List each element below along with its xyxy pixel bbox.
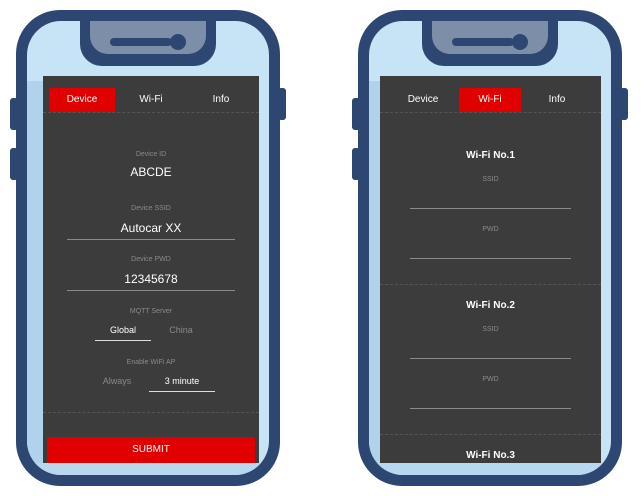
power-button <box>278 88 286 120</box>
power-button <box>620 88 628 120</box>
wifi-1-title: Wi-Fi No.1 <box>466 150 515 161</box>
speaker-icon <box>452 38 514 46</box>
wifi-2-pwd-placeholder: PWD <box>482 376 499 383</box>
tab-bar: Device Wi-Fi Info <box>43 76 259 113</box>
phone-right: Device Wi-Fi Info Wi-Fi No.1 SSID PWD Wi… <box>352 10 628 486</box>
volume-down-button <box>10 148 18 180</box>
tab-info[interactable]: Info <box>188 88 254 112</box>
wifi-1-ssid-placeholder: SSID <box>482 176 499 183</box>
wifi-settings-screen: Device Wi-Fi Info Wi-Fi No.1 SSID PWD Wi… <box>380 76 601 463</box>
volume-up-button <box>10 98 18 130</box>
device-ssid-label: Device SSID <box>131 205 171 212</box>
speaker-icon <box>110 38 172 46</box>
wifi-1-ssid-input[interactable] <box>410 208 571 209</box>
mqtt-option-global[interactable]: Global <box>95 325 151 335</box>
device-ssid-underline <box>67 239 235 240</box>
wifi-ap-label: Enable WiFi AP <box>126 359 176 366</box>
wifi-ap-option-always[interactable]: Always <box>89 376 145 386</box>
tab-device[interactable]: Device <box>390 88 456 112</box>
wifi-section-divider <box>380 434 601 435</box>
device-pwd-underline <box>67 290 235 291</box>
tab-wifi[interactable]: Wi-Fi <box>118 88 184 112</box>
device-settings-screen: Device Wi-Fi Info Device ID ABCDE Device… <box>43 76 259 463</box>
wifi-1-pwd-placeholder: PWD <box>482 226 499 233</box>
phone-notch <box>80 21 216 66</box>
wifi-ap-option-3-minute[interactable]: 3 minute <box>149 376 215 386</box>
volume-down-button <box>352 148 360 180</box>
tab-info[interactable]: Info <box>524 88 590 112</box>
phone-bezel: Device Wi-Fi Info Device ID ABCDE Device… <box>27 21 269 475</box>
wifi-2-ssid-placeholder: SSID <box>482 326 499 333</box>
wifi-2-pwd-input[interactable] <box>410 408 571 409</box>
wifi-section-divider <box>380 284 601 285</box>
device-pwd-label: Device PWD <box>131 256 171 263</box>
device-id-value: ABCDE <box>130 165 172 179</box>
device-ssid-field[interactable]: Autocar XX <box>43 221 259 235</box>
volume-up-button <box>352 98 360 130</box>
device-pwd-field[interactable]: 12345678 <box>43 272 259 286</box>
wifi-2-ssid-input[interactable] <box>410 358 571 359</box>
wifi-1-pwd-input[interactable] <box>410 258 571 259</box>
submit-button[interactable]: SUBMIT <box>47 437 255 463</box>
mqtt-option-china[interactable]: China <box>153 325 209 335</box>
wifi-2-title: Wi-Fi No.2 <box>466 300 515 311</box>
phone-notch <box>422 21 558 66</box>
form-divider <box>43 412 259 413</box>
mqtt-selected-indicator <box>95 340 151 341</box>
tab-bar: Device Wi-Fi Info <box>380 76 601 113</box>
phone-left: Device Wi-Fi Info Device ID ABCDE Device… <box>10 10 286 486</box>
wifi-3-title: Wi-Fi No.3 <box>466 450 515 461</box>
camera-icon <box>170 34 186 50</box>
camera-icon <box>512 34 528 50</box>
device-id-label: Device ID <box>135 151 167 158</box>
phone-bezel: Device Wi-Fi Info Wi-Fi No.1 SSID PWD Wi… <box>369 21 611 475</box>
tab-device[interactable]: Device <box>49 88 115 112</box>
wifi-ap-selected-indicator <box>149 391 215 392</box>
mqtt-server-label: MQTT Server <box>129 308 173 315</box>
tab-wifi[interactable]: Wi-Fi <box>459 88 521 112</box>
